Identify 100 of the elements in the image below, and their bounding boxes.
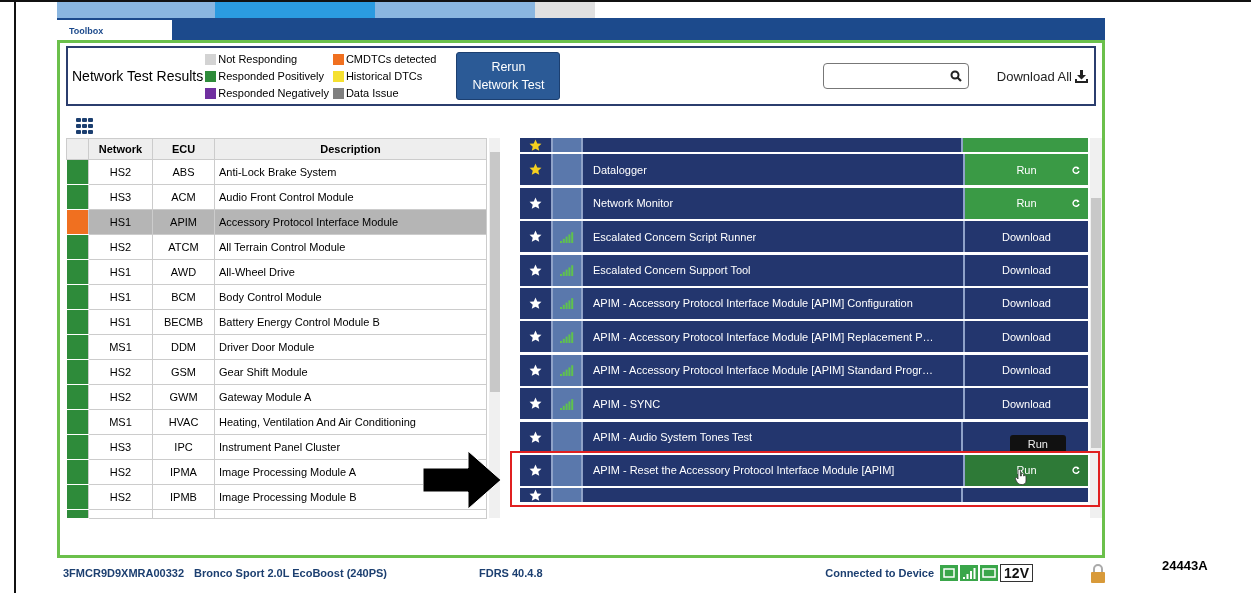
- star-icon[interactable]: [529, 330, 542, 344]
- battery-icon: [980, 565, 999, 581]
- table-cell: IPC: [152, 434, 215, 460]
- table-cell: HS1: [88, 309, 153, 335]
- table-cell: All-Wheel Drive: [214, 259, 487, 285]
- signal-bars-icon: [560, 230, 574, 243]
- run-button[interactable]: Run: [963, 187, 1088, 219]
- toolbox-tab[interactable]: Toolbox: [57, 20, 172, 40]
- signal-bars-icon: [560, 364, 574, 377]
- table-cell: GSM: [152, 359, 215, 385]
- star-icon[interactable]: [529, 263, 542, 277]
- table-cell: BCM: [152, 284, 215, 310]
- download-all-button[interactable]: Download All: [996, 68, 1088, 84]
- table-cell: IPMB: [152, 484, 215, 510]
- tool-name: Escalated Concern Script Runner: [593, 230, 757, 243]
- refresh-icon[interactable]: [1072, 165, 1080, 174]
- tool-row[interactable]: Escalated Concern Support Tool Download: [520, 254, 1088, 286]
- vehicle-label: Bronco Sport 2.0L EcoBoost (240PS): [194, 567, 387, 579]
- legend-label: Historical DTCs: [345, 70, 423, 82]
- refresh-icon[interactable]: [1072, 466, 1080, 475]
- star-icon[interactable]: [529, 430, 542, 444]
- table-cell: HS2: [88, 359, 153, 385]
- table-cell: Heating, Ventilation And Air Conditioning: [214, 409, 487, 435]
- legend-label: Not Responding: [218, 53, 298, 65]
- lock-icon: [1091, 563, 1105, 583]
- table-cell: HS2: [88, 384, 153, 410]
- signal-bars-icon: [960, 565, 979, 581]
- signal-bars-icon: [560, 264, 574, 277]
- table-cell: HS2: [88, 459, 153, 485]
- legend-label: CMDTCs detected: [345, 53, 437, 65]
- tool-name: APIM - SYNC: [593, 397, 661, 410]
- device-icon: [940, 565, 959, 581]
- star-icon[interactable]: [529, 138, 542, 152]
- voltage-label: 12V: [1000, 564, 1033, 582]
- refresh-icon[interactable]: [1072, 199, 1080, 208]
- tool-name: APIM - Audio System Tones Test: [593, 431, 753, 443]
- star-icon[interactable]: [529, 230, 542, 244]
- star-icon[interactable]: [529, 463, 542, 477]
- connection-status: Connected to Device: [825, 567, 935, 579]
- star-icon[interactable]: [529, 488, 542, 502]
- table-cell: MS1: [88, 409, 153, 435]
- rerun-network-test-button[interactable]: Rerun Network Test: [456, 52, 561, 100]
- star-icon[interactable]: [529, 296, 542, 310]
- table-cell: Accessory Protocol Interface Module: [214, 209, 487, 235]
- tool-name: Datalogger: [593, 163, 647, 176]
- star-icon[interactable]: [529, 363, 542, 377]
- tool-name: APIM - Accessory Protocol Interface Module [APIM] Standard Progr…: [593, 364, 933, 377]
- table-cell: All Terrain Control Module: [214, 234, 487, 260]
- table-cell: HS2: [88, 484, 153, 510]
- signal-bars-icon: [560, 297, 574, 310]
- scrollbar[interactable]: [1090, 138, 1102, 518]
- figure-number: 24443A: [1162, 558, 1208, 575]
- table-cell: DDM: [152, 334, 215, 360]
- tool-name: APIM - Reset the Accessory Protocol Interface Module [APIM]: [593, 464, 895, 477]
- tool-name: APIM - Accessory Protocol Interface Module [APIM] Configuration: [593, 297, 913, 310]
- table-cell: IPMA: [152, 459, 215, 485]
- tool-row[interactable]: Escalated Concern Script Runner Download: [520, 221, 1088, 253]
- legend-label: Responded Negatively: [218, 87, 329, 99]
- tool-row[interactable]: APIM - Accessory Protocol Interface Module [APIM] Configuration Download: [520, 287, 1088, 319]
- star-icon[interactable]: [529, 196, 542, 210]
- tool-name: Network Monitor: [593, 197, 674, 210]
- tool-row[interactable]: [520, 488, 1088, 503]
- table-cell: ABS: [152, 159, 215, 185]
- table-cell: Body Control Module: [214, 284, 487, 310]
- table-cell: HS2: [88, 159, 153, 185]
- table-cell: AWD: [152, 259, 215, 285]
- tool-row[interactable]: Datalogger Run: [520, 154, 1088, 186]
- legend-label: Data Issue: [345, 87, 399, 99]
- table-cell: ATCM: [152, 234, 215, 260]
- tool-row[interactable]: Network Monitor Run: [520, 187, 1088, 219]
- run-button[interactable]: Run: [963, 154, 1088, 186]
- table-cell: HS3: [88, 184, 153, 210]
- table-cell: BECMB: [152, 309, 215, 335]
- scrollbar[interactable]: [489, 138, 500, 518]
- search-field[interactable]: [822, 63, 969, 89]
- column-header: ECU: [152, 138, 215, 160]
- legend-label: Responded Positively: [218, 70, 325, 82]
- version-label: FDRS 40.4.8: [479, 567, 543, 579]
- signal-bars-icon: [560, 330, 574, 343]
- grid-icon[interactable]: [76, 118, 94, 134]
- table-cell: HS2: [88, 234, 153, 260]
- table-cell: ACM: [152, 184, 215, 210]
- tool-row[interactable]: APIM - SYNC Download: [520, 388, 1088, 420]
- star-icon[interactable]: [529, 163, 542, 177]
- tool-name: Escalated Concern Support Tool: [593, 264, 751, 277]
- table-cell: GWM: [152, 384, 215, 410]
- tool-row[interactable]: APIM - Accessory Protocol Interface Module [APIM] Replacement P… Download: [520, 321, 1088, 353]
- table-cell: Anti-Lock Brake System: [214, 159, 487, 185]
- tool-name: APIM - Accessory Protocol Interface Module [APIM] Replacement P…: [593, 330, 934, 343]
- tool-row[interactable]: APIM - Accessory Protocol Interface Module [APIM] Standard Progr… Download: [520, 354, 1088, 386]
- run-button[interactable]: Run: [963, 454, 1088, 486]
- table-cell: HS1: [88, 284, 153, 310]
- table-cell: Gateway Module A: [214, 384, 487, 410]
- column-header: Description: [214, 138, 487, 160]
- table-cell: MS1: [88, 334, 153, 360]
- panel-title: Network Test Results: [72, 68, 204, 84]
- table-cell: Audio Front Control Module: [214, 184, 487, 210]
- star-icon[interactable]: [529, 397, 542, 411]
- column-header: Network: [88, 138, 153, 160]
- search-icon: [949, 70, 962, 82]
